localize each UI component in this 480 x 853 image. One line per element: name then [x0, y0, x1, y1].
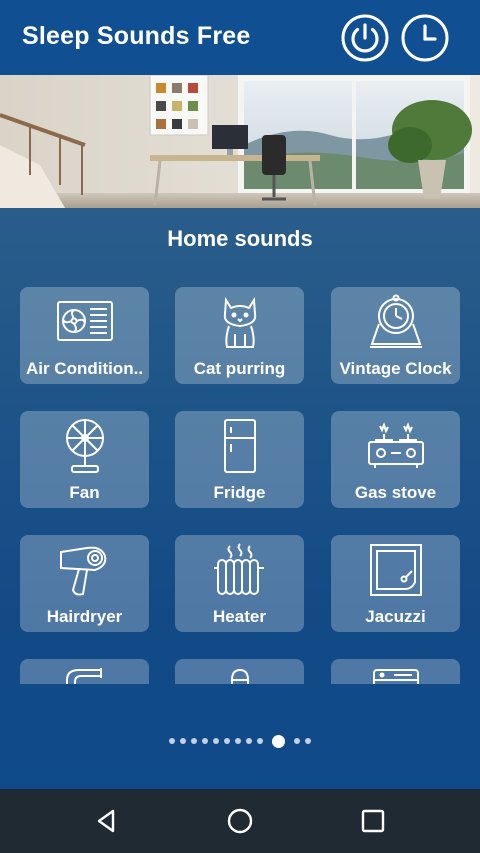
air-conditioner-icon	[56, 301, 113, 341]
back-icon	[97, 809, 115, 833]
page-dot	[169, 738, 175, 744]
sound-tile-label: Fan	[69, 483, 100, 502]
page-dot	[235, 738, 241, 744]
app-bar: Sleep Sounds Free	[0, 0, 480, 75]
gas-stove-icon	[367, 422, 424, 468]
sound-tile-label: Vintage Clock	[339, 359, 452, 378]
heater-icon	[213, 543, 264, 595]
sound-tile-faucet[interactable]	[20, 659, 149, 684]
page-dot-active	[272, 734, 285, 748]
back-button[interactable]	[86, 801, 126, 841]
sound-tile-label: Hairdryer	[46, 607, 123, 626]
sound-tile-fridge[interactable]: Fridge	[175, 411, 304, 508]
power-button[interactable]	[341, 14, 389, 62]
page-dot	[202, 738, 208, 744]
sound-tile-label: Fridge	[213, 483, 266, 502]
page-dot	[294, 738, 300, 744]
jacuzzi-icon	[369, 544, 422, 596]
sound-tile-label: Jacuzzi	[365, 607, 426, 626]
recents-icon	[361, 809, 385, 833]
sounds-panel: Home sounds Air Condition.. Cat purring …	[0, 208, 480, 789]
sound-tile-shower[interactable]	[175, 659, 304, 684]
clock-icon	[401, 14, 449, 62]
page-dot	[305, 738, 311, 744]
timer-button[interactable]	[401, 14, 449, 62]
sound-tile-hairdryer[interactable]: Hairdryer	[20, 535, 149, 632]
sound-tile-gas-stove[interactable]: Gas stove	[331, 411, 460, 508]
page-dot	[246, 738, 252, 744]
sound-tile-label: Cat purring	[193, 359, 286, 378]
recents-button[interactable]	[353, 801, 393, 841]
fan-icon	[65, 419, 104, 473]
hairdryer-icon	[59, 546, 106, 596]
page-dot	[257, 738, 263, 744]
home-icon	[227, 808, 253, 834]
sound-tile-cat-purring[interactable]: Cat purring	[175, 287, 304, 384]
sound-tile-fan[interactable]: Fan	[20, 411, 149, 508]
power-icon	[341, 14, 389, 62]
faucet-icon	[65, 668, 102, 684]
sound-tile-washing-machine[interactable]	[331, 659, 460, 684]
sound-tile-heater[interactable]: Heater	[175, 535, 304, 632]
sound-tile-label: Air Condition..	[25, 359, 144, 378]
page-dot	[213, 738, 219, 744]
page-dot	[191, 738, 197, 744]
page-dot	[224, 738, 230, 744]
sound-tile-air-conditioner[interactable]: Air Condition..	[20, 287, 149, 384]
sound-tile-jacuzzi[interactable]: Jacuzzi	[331, 535, 460, 632]
vintage-clock-icon	[369, 294, 422, 348]
cat-icon	[223, 296, 256, 348]
app-title: Sleep Sounds Free	[22, 22, 251, 50]
page-dot	[180, 738, 186, 744]
sound-tile-label: Heater	[213, 607, 266, 626]
home-button[interactable]	[220, 801, 260, 841]
fridge-icon	[223, 419, 256, 473]
sound-tile-vintage-clock[interactable]: Vintage Clock	[331, 287, 460, 384]
system-nav-bar	[0, 789, 480, 853]
room-illustration	[0, 75, 480, 208]
washing-machine-icon	[372, 669, 419, 684]
page-indicator	[0, 733, 480, 749]
sound-grid: Air Condition.. Cat purring Vintage Cloc…	[0, 286, 480, 684]
section-title: Home sounds	[167, 226, 313, 251]
sound-tile-label: Gas stove	[354, 483, 437, 502]
shower-icon	[230, 668, 249, 684]
